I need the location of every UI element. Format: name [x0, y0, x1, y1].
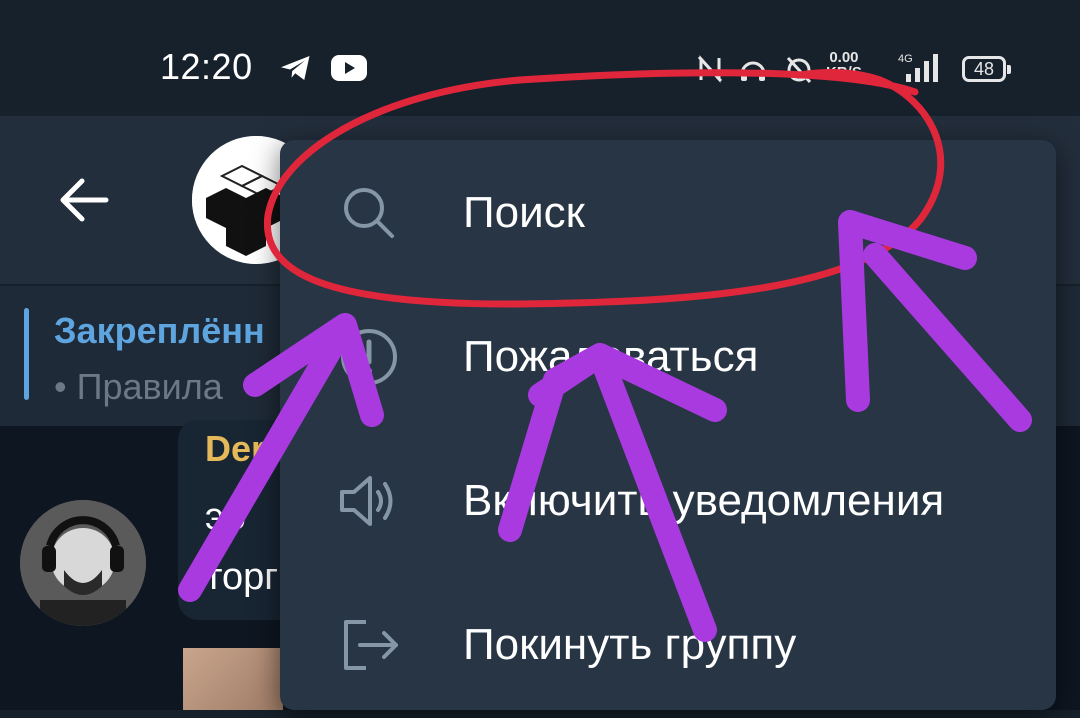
menu-item-report[interactable]: Пожаловаться — [280, 286, 1056, 430]
alarm-off-icon — [786, 56, 812, 84]
report-icon — [341, 329, 397, 385]
net-speed-icon: 0.00 KB/S — [826, 49, 862, 81]
telegram-icon — [281, 56, 310, 80]
leave-icon — [344, 620, 398, 670]
menu-item-leave[interactable]: Покинуть группу — [280, 574, 1056, 718]
chat-options-menu: Поиск Пожаловаться Включить уведомления … — [280, 140, 1056, 710]
status-time: 12:20 — [160, 46, 253, 87]
menu-item-label: Включить уведомления — [463, 476, 945, 525]
media-thumbnail[interactable] — [183, 648, 283, 710]
svg-text:4G: 4G — [898, 53, 913, 65]
message-text-line: торг — [205, 556, 279, 598]
avatar[interactable] — [20, 500, 146, 626]
menu-item-label: Пожаловаться — [463, 332, 759, 381]
menu-item-notifications[interactable]: Включить уведомления — [280, 430, 1056, 574]
menu-item-label: Поиск — [463, 188, 585, 237]
search-icon — [344, 188, 394, 238]
menu-item-search[interactable]: Поиск — [280, 142, 1056, 286]
menu-item-label: Покинуть группу — [463, 620, 797, 669]
user-photo — [20, 500, 146, 626]
nfc-off-icon — [697, 55, 723, 83]
battery-indicator: 48 — [962, 56, 1011, 82]
youtube-icon — [331, 55, 367, 81]
message-text-line: эо — [205, 496, 246, 538]
status-bar: 12:20 0.00 KB/S 4G 48 — [0, 0, 1080, 116]
headset-icon — [740, 61, 766, 81]
message-sender: Der — [205, 428, 266, 469]
speaker-icon — [340, 476, 393, 526]
pinned-indicator — [24, 308, 29, 400]
signal-icon: 4G — [898, 53, 938, 82]
pinned-text: • Правила — [54, 366, 223, 407]
arrow-left-icon[interactable] — [58, 176, 110, 224]
pinned-title: Закреплённ — [54, 310, 265, 351]
